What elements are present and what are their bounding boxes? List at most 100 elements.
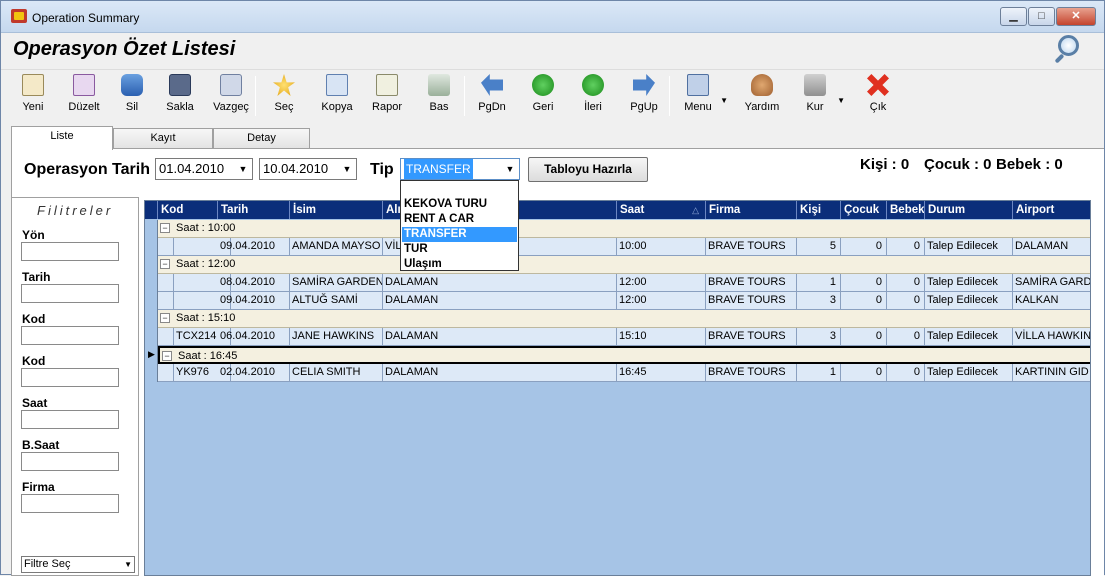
column-header[interactable]: Tarih xyxy=(218,201,290,219)
search-icon[interactable] xyxy=(1052,35,1080,65)
collapse-icon[interactable]: − xyxy=(160,313,170,323)
toolbar--k-button[interactable]: Çık xyxy=(858,74,898,120)
column-header[interactable]: Firma xyxy=(706,201,797,219)
toolbar-pgdn-button[interactable]: PgDn xyxy=(472,74,512,120)
tab-strip: Liste Kayıt Detay xyxy=(1,126,1104,150)
column-header[interactable]: Bebek xyxy=(887,201,925,219)
cell-ki-i: 1 xyxy=(797,364,841,382)
close-button[interactable]: ✕ xyxy=(1056,7,1096,26)
toolbar-bas-button[interactable]: Bas xyxy=(419,74,459,120)
toolbar-kur-button[interactable]: Kur ▼ xyxy=(795,74,845,120)
collapse-icon[interactable]: − xyxy=(162,351,172,361)
toolbar-sil-button[interactable]: Sil xyxy=(112,74,152,120)
chevron-down-icon[interactable]: ▼ xyxy=(837,96,845,105)
table-row[interactable]: YK976 02.04.2010 CELIA SMITH DALAMAN 16:45 BR… xyxy=(158,364,1090,382)
filter-label: Kod xyxy=(22,354,46,368)
filter-label: Kod xyxy=(22,312,46,326)
date-to-select[interactable]: 10.04.2010 ▼ xyxy=(259,158,357,180)
operations-grid: Kod Tarih İsim Alış Saat △ Firma Kişi Çocuk Bebek… xyxy=(144,200,1091,576)
toolbar-d-zelt-button[interactable]: Düzelt xyxy=(64,74,104,120)
table-row[interactable]: 08.04.2010 SAMİRA GARDEN DALAMAN 12:00 BRAVE… xyxy=(158,274,1090,292)
filter-saat-field[interactable] xyxy=(21,410,119,429)
tab-kayit[interactable]: Kayıt xyxy=(113,128,213,149)
toolbar-yard-m-button[interactable]: Yardım xyxy=(742,74,782,120)
maximize-button[interactable]: □ xyxy=(1028,7,1055,26)
row-indicator xyxy=(145,328,158,346)
group-row[interactable]: − Saat : 10:00 xyxy=(158,220,1090,238)
tip-option[interactable]: KEKOVA TURU xyxy=(402,197,517,212)
window-title: Operation Summary xyxy=(32,11,140,25)
edit-icon xyxy=(73,74,95,96)
cell-tarih: 06.04.2010 xyxy=(218,328,290,346)
filters-heading: Filitreler xyxy=(37,203,114,218)
cell-al-: DALAMAN xyxy=(383,292,617,310)
date-from-select[interactable]: 01.04.2010 ▼ xyxy=(155,158,253,180)
app-icon xyxy=(11,9,27,23)
collapse-icon[interactable]: − xyxy=(160,223,170,233)
group-row[interactable]: − Saat : 12:00 xyxy=(158,256,1090,274)
toolbar-rapor-button[interactable]: Rapor xyxy=(367,74,407,120)
column-header[interactable]: Kişi xyxy=(797,201,841,219)
toolbar-menu-button[interactable]: Menu ▼ xyxy=(678,74,728,120)
column-header[interactable]: İsim xyxy=(290,201,383,219)
collapse-icon[interactable]: − xyxy=(160,259,170,269)
print-icon xyxy=(428,74,450,96)
chevron-down-icon: ▼ xyxy=(505,164,515,174)
cell-ki-i: 3 xyxy=(797,328,841,346)
row-indicator xyxy=(145,256,158,274)
cell-i-sim: ALTUĞ SAMİ xyxy=(290,292,383,310)
filter-label: Yön xyxy=(22,228,45,242)
column-header[interactable]: Airport xyxy=(1013,201,1090,219)
chevron-down-icon: ▼ xyxy=(342,164,352,174)
window-controls: ▁ □ ✕ xyxy=(999,7,1096,26)
toolbar-label: Kur xyxy=(806,101,824,113)
filter-kod-field[interactable] xyxy=(21,368,119,387)
toolbar-label: Yardım xyxy=(744,101,780,113)
tab-liste[interactable]: Liste xyxy=(11,126,113,150)
table-row[interactable]: 09.04.2010 ALTUĞ SAMİ DALAMAN 12:00 BRAVE TO… xyxy=(158,292,1090,310)
toolbar-kopya-button[interactable]: Kopya xyxy=(317,74,357,120)
filter-y-n-field[interactable] xyxy=(21,242,119,261)
column-header[interactable]: Saat △ xyxy=(617,201,706,219)
tip-option[interactable]: TUR xyxy=(402,242,517,257)
chevron-down-icon[interactable]: ▼ xyxy=(720,96,728,105)
tab-detay[interactable]: Detay xyxy=(213,128,310,149)
new-document-icon xyxy=(22,74,44,96)
toolbar-pgup-button[interactable]: PgUp xyxy=(624,74,664,120)
column-header[interactable]: Durum xyxy=(925,201,1013,219)
toolbar-label: İleri xyxy=(584,101,602,113)
build-table-button[interactable]: Tabloyu Hazırla xyxy=(528,157,648,182)
back-icon xyxy=(532,74,554,96)
table-row[interactable]: 09.04.2010AMANDA MAYSOVİLLA10:00BRAVE TO… xyxy=(158,238,1090,256)
tip-option[interactable]: RENT A CAR xyxy=(402,212,517,227)
row-indent xyxy=(158,328,174,346)
tip-select[interactable]: TRANSFER ▼ xyxy=(400,158,520,180)
tip-option[interactable]: Ulaşım xyxy=(402,257,517,272)
toolbar-sakla-button[interactable]: Sakla xyxy=(160,74,200,120)
column-header[interactable]: Çocuk xyxy=(841,201,887,219)
cell-airport: VİLLA HAWKIN xyxy=(1013,328,1090,346)
cell-bebek: 0 xyxy=(887,364,925,382)
tip-option[interactable]: TRANSFER xyxy=(402,227,517,242)
cell-airport: DALAMAN xyxy=(1013,238,1090,256)
toolbar-yeni-button[interactable]: Yeni xyxy=(13,74,53,120)
toolbar-i-leri-button[interactable]: İleri xyxy=(573,74,613,120)
toolbar-geri-button[interactable]: Geri xyxy=(523,74,563,120)
minimize-button[interactable]: ▁ xyxy=(1000,7,1027,26)
toolbar-vazge--button[interactable]: Vazgeç xyxy=(211,74,251,120)
toolbar-se--button[interactable]: Seç xyxy=(264,74,304,120)
filter-firma-field[interactable] xyxy=(21,494,119,513)
cell-firma: BRAVE TOURS xyxy=(706,238,797,256)
filter-b-saat-field[interactable] xyxy=(21,452,119,471)
filter-tarih-field[interactable] xyxy=(21,284,119,303)
group-label: Saat : 15:10 xyxy=(176,312,236,324)
group-row[interactable]: − Saat : 15:10 xyxy=(158,310,1090,328)
table-row[interactable]: TCX214 06.04.2010 JANE HAWKINS DALAMAN 15:10… xyxy=(158,328,1090,346)
filter-kod-field[interactable] xyxy=(21,326,119,345)
group-row[interactable]: − Saat : 16:45 xyxy=(158,346,1090,364)
row-indicator xyxy=(145,220,158,238)
toolbar-label: Vazgeç xyxy=(213,101,249,113)
cell-airport: KALKAN xyxy=(1013,292,1090,310)
filter-select[interactable]: Filtre Seç ▼ xyxy=(21,556,135,573)
column-header[interactable]: Kod xyxy=(158,201,218,219)
